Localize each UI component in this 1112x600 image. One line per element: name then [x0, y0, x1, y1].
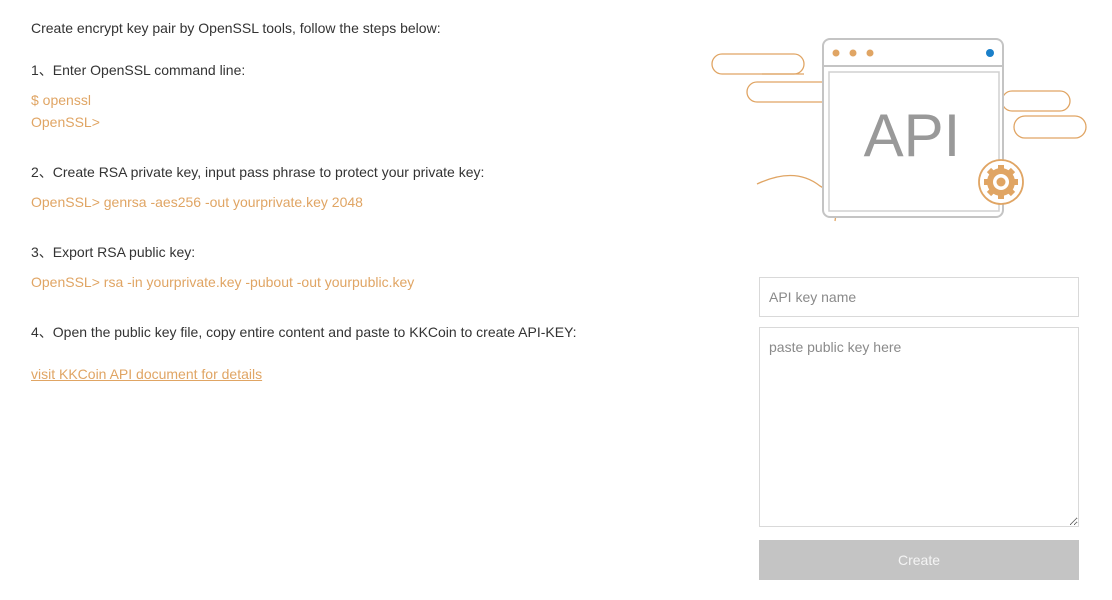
step-3-code-line-1: OpenSSL> rsa -in yourprivate.key -pubout…	[31, 274, 415, 290]
step-4-title: 4、Open the public key file, copy entire …	[31, 324, 577, 340]
step-1-code-line-1: $ openssl	[31, 92, 91, 108]
step-3-title: 3、Export RSA public key:	[31, 244, 196, 260]
public-key-textarea[interactable]	[759, 327, 1079, 527]
step-2-code-line-1: OpenSSL> genrsa -aes256 -out yourprivate…	[31, 194, 363, 210]
cloud-left-icon	[711, 53, 840, 103]
api-key-name-input[interactable]	[759, 277, 1079, 317]
step-1-code-line-2: OpenSSL>	[31, 114, 100, 130]
browser-window-icon: API	[822, 38, 1004, 218]
api-illustration: API	[710, 36, 1090, 226]
cloud-right-icon	[1001, 90, 1087, 139]
gear-icon	[978, 159, 1024, 205]
create-button[interactable]: Create	[759, 540, 1079, 580]
step-1-title: 1、Enter OpenSSL command line:	[31, 62, 246, 78]
intro-text: Create encrypt key pair by OpenSSL tools…	[31, 20, 441, 36]
api-document-link[interactable]: visit KKCoin API document for details	[31, 365, 262, 383]
api-label: API	[864, 102, 961, 169]
step-2-title: 2、Create RSA private key, input pass phr…	[31, 164, 485, 180]
